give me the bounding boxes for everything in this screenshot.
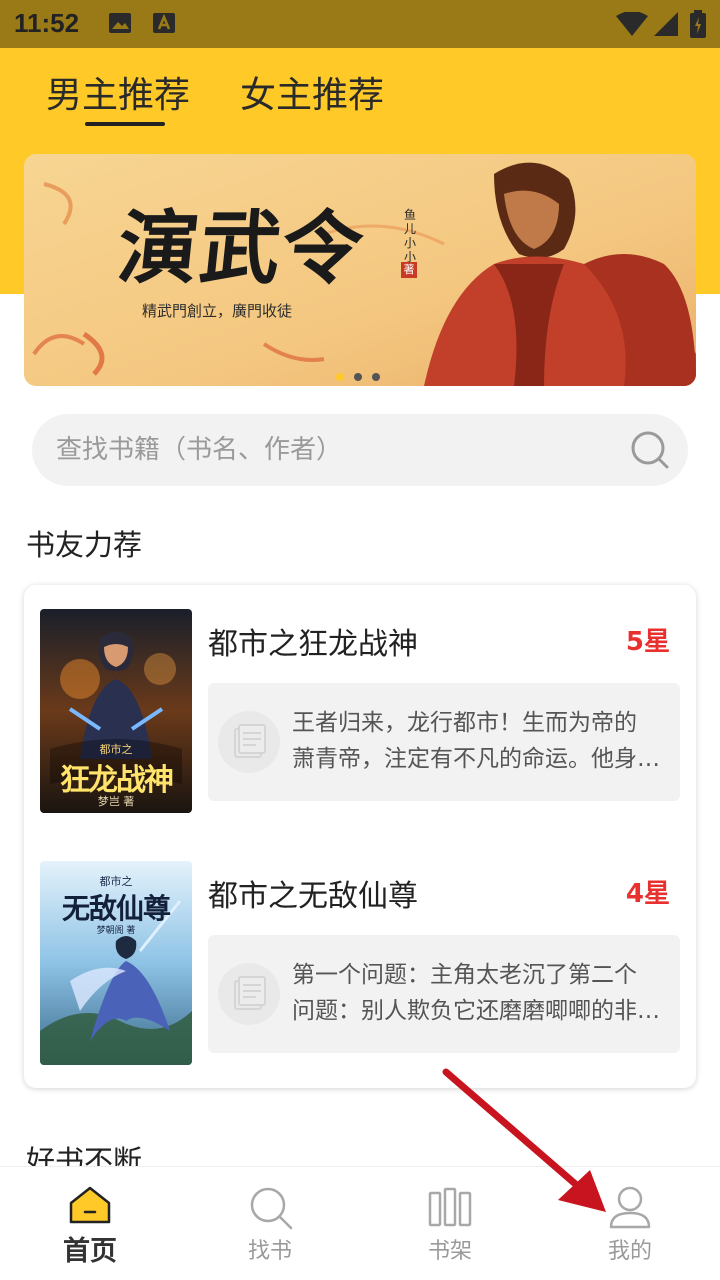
description-line: 第一个问题：主角太老沉了第二个	[292, 962, 637, 988]
image-notification-icon	[109, 13, 131, 33]
description-line: 问题：别人欺负它还磨磨唧唧的非…	[292, 998, 660, 1024]
book-cover[interactable]: 都市之 狂龙战神 梦岂 著	[40, 609, 192, 813]
active-tab-indicator	[85, 122, 165, 126]
carousel-dot[interactable]	[372, 373, 380, 381]
carousel-dot[interactable]	[354, 373, 362, 381]
book-description-box: 第一个问题：主角太老沉了第二个 问题：别人欺负它还磨磨唧唧的非…	[208, 935, 680, 1053]
home-icon	[69, 1186, 111, 1224]
banner-subtitle: 精武門創立，廣門收徒	[142, 302, 293, 320]
annotation-arrow-icon	[442, 1068, 606, 1212]
nav-item-home[interactable]: 首页	[0, 1167, 180, 1280]
banner-author: 鱼儿小小	[404, 208, 417, 264]
nav-label-bookshelf: 书架	[427, 1239, 472, 1264]
status-bar: 11:52	[0, 0, 720, 48]
search-icon	[250, 1187, 293, 1230]
cover-author-label: 梦朝阁 著	[96, 926, 136, 936]
book-rating: 4星	[625, 879, 670, 909]
nav-item-find-books[interactable]: 找书	[180, 1167, 360, 1280]
description-placeholder-icon	[218, 963, 280, 1025]
wifi-icon	[616, 12, 648, 36]
nav-label-profile: 我的	[607, 1239, 652, 1264]
search-input[interactable]	[56, 414, 626, 486]
description-placeholder-icon	[218, 711, 280, 773]
description-line: 萧青帝，注定有不凡的命运。他身…	[292, 746, 660, 772]
carousel-indicator	[336, 366, 390, 385]
book-cover[interactable]: 都市之 无敌仙尊 梦朝阁 著	[40, 861, 192, 1065]
banner-seal: 著	[401, 262, 417, 278]
banner-title: 演武令	[113, 201, 370, 295]
book-description: 王者归来，龙行都市！生而为帝的 萧青帝，注定有不凡的命运。他身…	[292, 705, 672, 777]
book-description: 第一个问题：主角太老沉了第二个 问题：别人欺负它还磨磨唧唧的非…	[292, 957, 672, 1029]
status-time: 11:52	[14, 8, 80, 38]
nav-label-find-books: 找书	[247, 1239, 292, 1264]
tab-male-recommend[interactable]: 男主推荐	[46, 66, 190, 118]
cell-signal-icon	[654, 12, 678, 36]
promo-banner[interactable]: 演武令 鱼儿小小 著 精武門創立，廣門收徒	[24, 154, 696, 386]
battery-icon	[690, 10, 706, 38]
font-notification-icon	[153, 13, 175, 33]
nav-label-home: 首页	[63, 1236, 117, 1267]
search-bar[interactable]	[32, 414, 688, 486]
book-item[interactable]: 都市之 无敌仙尊 梦朝阁 著 都市之无敌仙尊 4星 第一个问题：主角太老沉了第二…	[40, 861, 680, 1067]
book-title[interactable]: 都市之狂龙战神	[208, 619, 418, 663]
search-icon[interactable]	[630, 430, 670, 470]
tab-female-recommend[interactable]: 女主推荐	[240, 66, 384, 118]
cover-author-label: 梦岂 著	[97, 795, 135, 808]
recommend-card: 都市之 狂龙战神 梦岂 著 都市之狂龙战神 5星 王者归来，龙行都市！生而为帝的…	[24, 585, 696, 1088]
description-line: 王者归来，龙行都市！生而为帝的	[292, 710, 637, 736]
book-item[interactable]: 都市之 狂龙战神 梦岂 著 都市之狂龙战神 5星 王者归来，龙行都市！生而为帝的…	[40, 609, 680, 815]
carousel-dot[interactable]	[336, 373, 344, 381]
book-rating: 5星	[625, 627, 670, 657]
section-title-recommend: 书友力荐	[26, 528, 143, 562]
book-description-box: 王者归来，龙行都市！生而为帝的 萧青帝，注定有不凡的命运。他身…	[208, 683, 680, 801]
cover-title-label: 无敌仙尊	[61, 892, 171, 925]
book-title[interactable]: 都市之无敌仙尊	[208, 871, 418, 915]
